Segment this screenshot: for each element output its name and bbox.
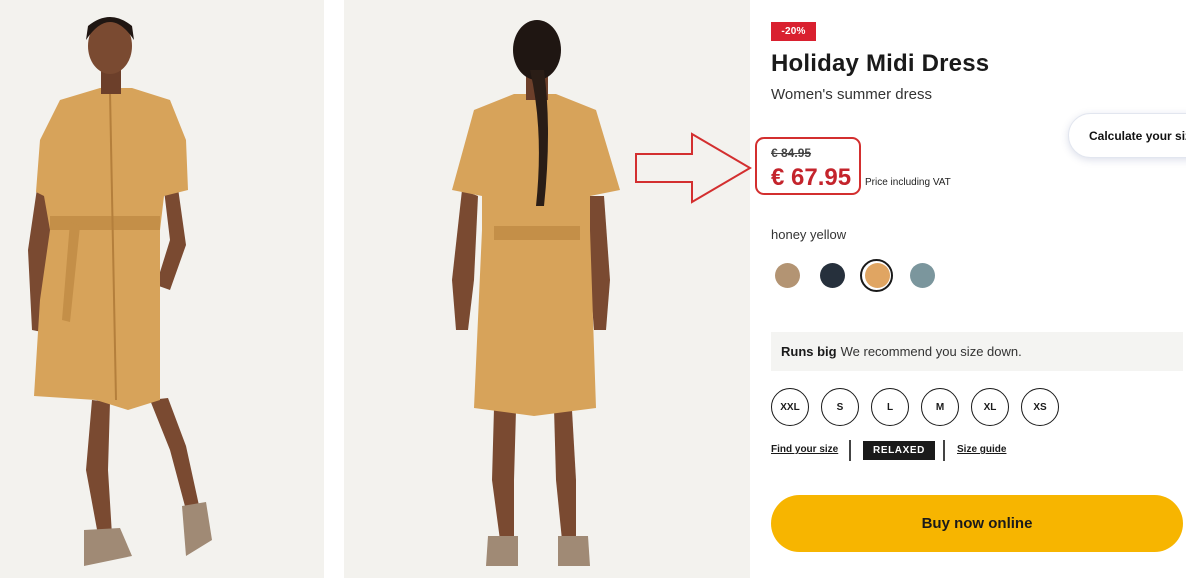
product-subtitle: Women's summer dress <box>771 86 932 103</box>
discount-badge: -20% <box>771 22 816 41</box>
size-button-xl[interactable]: XL <box>971 388 1009 426</box>
color-swatch-grey-blue[interactable] <box>910 263 935 288</box>
color-swatch-honey-yellow[interactable] <box>865 263 890 288</box>
model-front-illustration <box>28 17 212 566</box>
color-swatch-sand[interactable] <box>775 263 800 288</box>
product-image-back[interactable] <box>344 0 750 578</box>
fit-banner-title: Runs big <box>781 344 837 359</box>
calculate-size-button[interactable]: Calculate your size <box>1068 113 1186 158</box>
selected-color-name: honey yellow <box>771 227 847 242</box>
find-your-size-link[interactable]: Find your size <box>771 444 838 455</box>
fit-tag: RELAXED <box>863 441 935 460</box>
fit-banner: Runs big We recommend you size down. <box>771 332 1183 371</box>
size-button-xxl[interactable]: XXL <box>771 388 809 426</box>
product-image-front[interactable] <box>0 0 324 578</box>
color-swatch-night-blue[interactable] <box>820 263 845 288</box>
size-button-m[interactable]: M <box>921 388 959 426</box>
size-button-xs[interactable]: XS <box>1021 388 1059 426</box>
divider <box>943 440 945 461</box>
size-guide-link[interactable]: Size guide <box>957 444 1006 455</box>
product-title: Holiday Midi Dress <box>771 50 990 77</box>
right-arrow-icon <box>635 132 752 204</box>
buy-now-button[interactable]: Buy now online <box>771 495 1183 552</box>
vat-note: Price including VAT <box>865 177 951 188</box>
sale-price: € 67.95 <box>771 164 852 191</box>
size-button-s[interactable]: S <box>821 388 859 426</box>
model-back-illustration <box>452 20 620 566</box>
divider <box>849 440 851 461</box>
original-price: € 84.95 <box>771 146 812 160</box>
fit-banner-text: We recommend you size down. <box>840 344 1022 359</box>
size-button-l[interactable]: L <box>871 388 909 426</box>
